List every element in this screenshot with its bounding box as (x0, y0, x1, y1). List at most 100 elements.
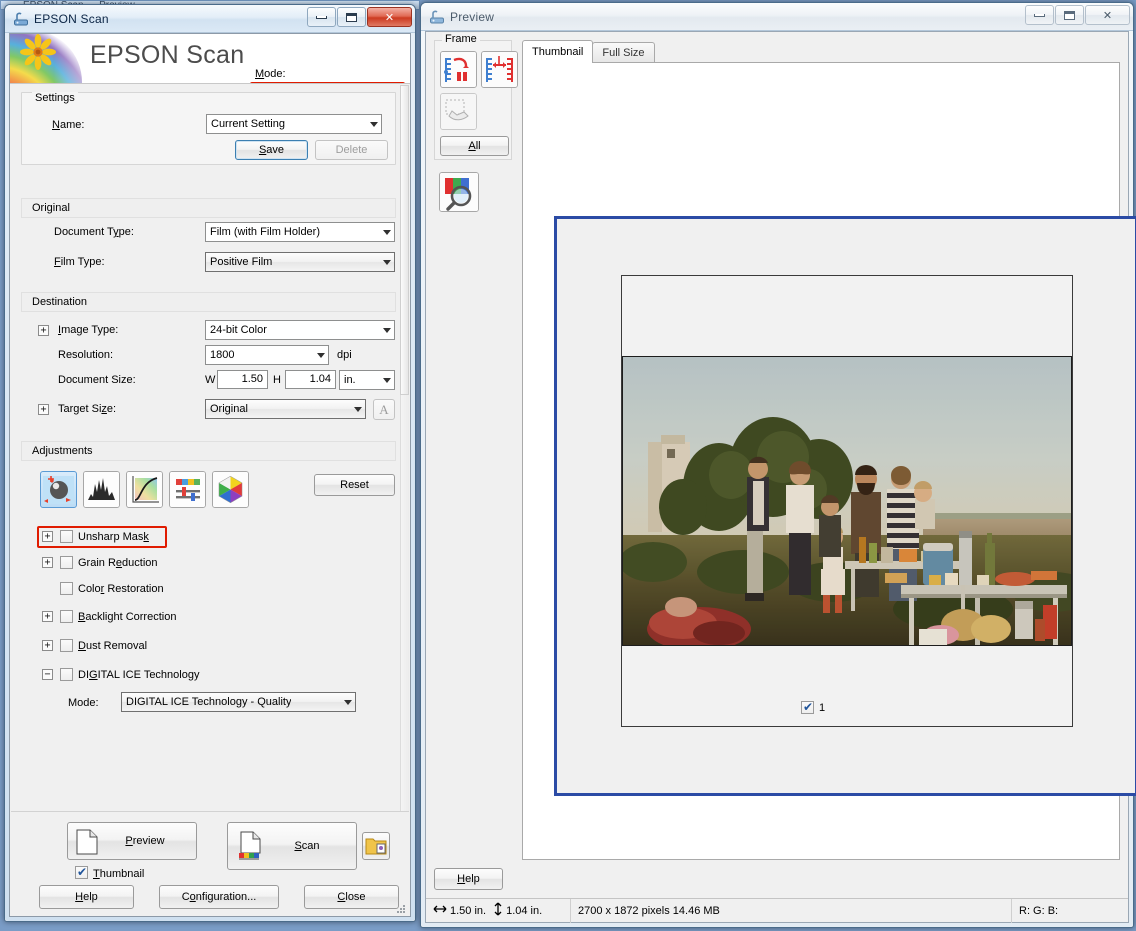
minimize-icon[interactable] (307, 7, 336, 27)
thumbnail-index-label: 1 (819, 702, 825, 714)
preview-titlebar[interactable]: Preview ✕ (421, 3, 1133, 31)
reset-button[interactable]: Reset (314, 474, 395, 496)
unsharp-mask-expander[interactable]: + (42, 531, 53, 542)
auto-locate-frame-icon[interactable] (440, 51, 477, 88)
epson-titlebar[interactable]: EPSON Scan ✕ (5, 5, 415, 33)
photo-holder-frame[interactable] (621, 275, 1073, 727)
resize-grip[interactable] (395, 903, 407, 915)
save-button[interactable]: Save (235, 140, 308, 160)
film-type-select[interactable]: Positive Film (205, 252, 395, 272)
width-prefix-label: W (205, 374, 215, 386)
height-prefix-label: H (273, 374, 281, 386)
copy-frame-icon[interactable] (481, 51, 518, 88)
target-size-rotate-button[interactable]: A (373, 399, 395, 420)
grain-reduction-expander[interactable]: + (42, 557, 53, 568)
backlight-correction-label: Backlight Correction (78, 611, 176, 623)
chevron-down-icon (370, 122, 378, 127)
grain-reduction-checkbox[interactable] (60, 556, 73, 569)
chevron-down-icon (383, 378, 391, 383)
document-height-value: 1.04 (310, 373, 331, 385)
frame-group: Frame (434, 40, 512, 160)
setting-name-select[interactable]: Current Setting (206, 114, 382, 134)
close-icon[interactable]: ✕ (367, 7, 412, 27)
image-type-expander[interactable]: + (38, 325, 49, 336)
minimize-icon[interactable] (1025, 5, 1054, 25)
color-restoration-checkbox[interactable] (60, 582, 73, 595)
tab-full-size-label: Full Size (602, 47, 644, 59)
preview-window-controls: ✕ (1025, 5, 1130, 25)
all-frames-button[interactable]: All (440, 136, 509, 156)
histogram-adjustment-icon[interactable] (83, 471, 120, 508)
auto-exposure-icon[interactable] (40, 471, 77, 508)
resolution-value: 1800 (206, 349, 234, 361)
tone-correction-icon[interactable] (126, 471, 163, 508)
epson-footer: Preview Thumbnail (11, 811, 409, 916)
backlight-correction-expander[interactable]: + (42, 611, 53, 622)
ice-mode-value: DIGITAL ICE Technology - Quality (122, 696, 291, 708)
document-type-select[interactable]: Film (with Film Holder) (205, 222, 395, 242)
resolution-select[interactable]: 1800 (205, 345, 329, 365)
preview-button[interactable]: Preview (67, 822, 197, 860)
target-size-select[interactable]: Original (205, 399, 366, 419)
document-size-unit-value: in. (340, 374, 356, 386)
target-size-expander[interactable]: + (38, 404, 49, 415)
scan-button[interactable]: Scan (227, 822, 357, 870)
thumbnail-checkbox[interactable] (75, 866, 88, 879)
unsharp-mask-checkbox[interactable] (60, 530, 73, 543)
digital-ice-expander[interactable]: − (42, 669, 53, 680)
delete-button-label: Delete (336, 144, 368, 156)
tab-thumbnail[interactable]: Thumbnail (522, 40, 593, 63)
dust-removal-expander[interactable]: + (42, 640, 53, 651)
grain-reduction-label: Grain Reduction (78, 557, 158, 569)
digital-ice-label: DIGITAL ICE Technology (78, 669, 199, 681)
dust-removal-checkbox[interactable] (60, 639, 73, 652)
thumbnail-index-row: 1 (801, 701, 825, 714)
maximize-icon[interactable] (1055, 5, 1084, 25)
document-size-unit-select[interactable]: in. (339, 370, 395, 390)
scan-to-folder-icon[interactable] (362, 832, 390, 860)
thumbnail-index-checkbox[interactable] (801, 701, 814, 714)
photo-image (623, 357, 1071, 645)
scanner-icon (13, 11, 29, 27)
configuration-button[interactable]: Configuration... (159, 885, 279, 909)
preview-statusbar: 1.50 in. 1.04 in. 2700 x 1872 pixels 14.… (426, 898, 1128, 922)
reset-button-label: Reset (340, 479, 369, 491)
preview-window-title: Preview (450, 10, 494, 24)
save-button-label: Save (259, 144, 284, 156)
digital-ice-checkbox[interactable] (60, 668, 73, 681)
settings-scrollbar-thumb[interactable] (400, 85, 409, 395)
adjustments-group-title: Adjustments (32, 445, 93, 457)
film-type-label: Film Type: (54, 256, 105, 268)
size-readout: 1.50 in. 1.04 in. (426, 899, 571, 923)
zoom-preview-icon[interactable] (439, 172, 479, 212)
backlight-correction-checkbox[interactable] (60, 610, 73, 623)
close-button-label: Close (337, 891, 365, 903)
page-preview-icon (76, 829, 98, 858)
color-palette-icon[interactable] (212, 471, 249, 508)
epson-scan-window[interactable]: EPSON Scan ✕ (4, 4, 416, 922)
chevron-down-icon (383, 260, 391, 265)
target-size-label: Target Size: (58, 403, 116, 415)
help-button[interactable]: Help (39, 885, 134, 909)
ice-mode-select[interactable]: DIGITAL ICE Technology - Quality (121, 692, 356, 712)
tab-full-size[interactable]: Full Size (592, 42, 654, 63)
all-frames-label: All (468, 140, 480, 152)
image-type-value: 24-bit Color (206, 324, 267, 336)
close-button[interactable]: Close (304, 885, 399, 909)
preview-help-button[interactable]: Help (434, 868, 503, 890)
preview-window[interactable]: Preview ✕ Frame (420, 2, 1134, 928)
settings-scrollbar[interactable] (400, 85, 409, 916)
preview-canvas[interactable]: 1 (522, 62, 1120, 860)
close-icon[interactable]: ✕ (1085, 5, 1130, 25)
document-width-input[interactable]: 1.50 (217, 370, 268, 389)
image-type-select[interactable]: 24-bit Color (205, 320, 395, 340)
original-group: Original Document Type: Film (with Film … (21, 198, 396, 258)
thumbnail-selection-frame[interactable]: 1 (554, 216, 1136, 796)
image-adjustment-icon[interactable] (169, 471, 206, 508)
height-arrow-icon (493, 902, 503, 919)
preview-photo[interactable] (622, 356, 1072, 646)
film-type-value: Positive Film (206, 256, 272, 268)
mode-highlight-box (250, 82, 405, 84)
maximize-icon[interactable] (337, 7, 366, 27)
document-height-input[interactable]: 1.04 (285, 370, 336, 389)
